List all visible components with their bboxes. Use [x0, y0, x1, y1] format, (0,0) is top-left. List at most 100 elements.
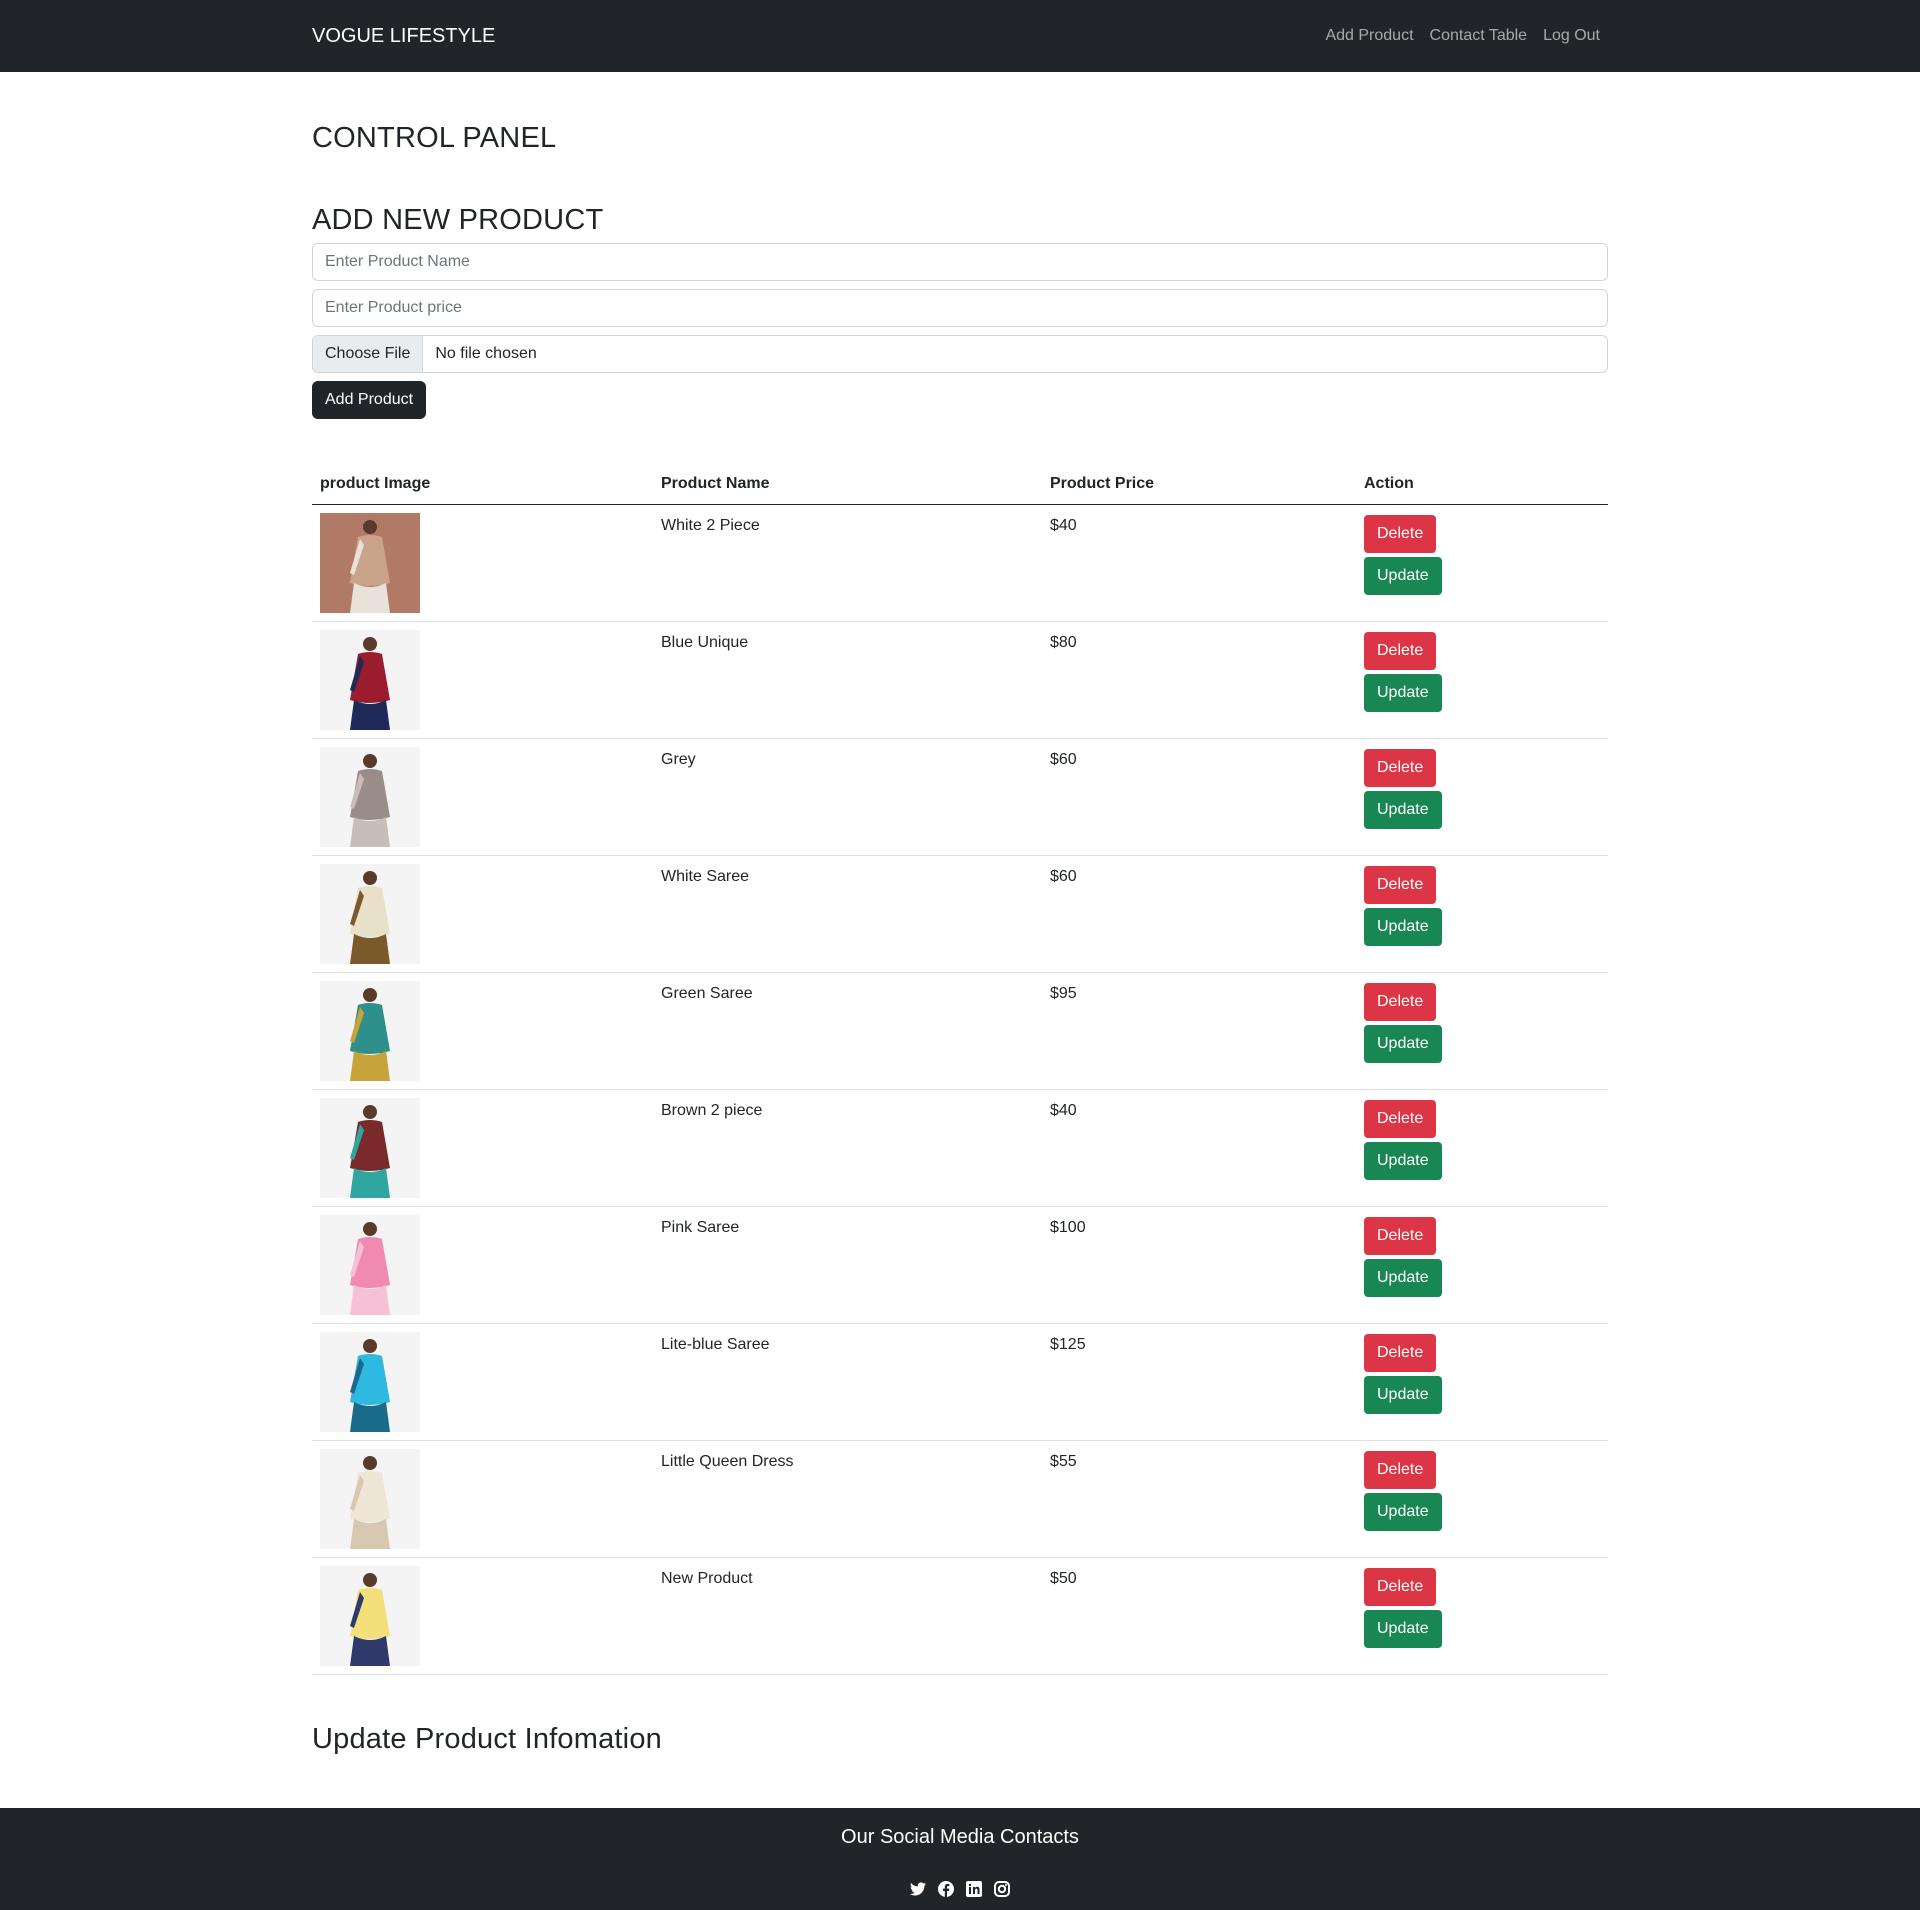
row-actions: Delete Update — [1364, 747, 1600, 829]
action-cell: Delete Update — [1356, 1440, 1608, 1558]
update-button[interactable]: Update — [1364, 1492, 1442, 1531]
product-price: $55 — [1042, 1440, 1356, 1558]
product-image — [320, 1214, 420, 1315]
product-image-file-input[interactable]: Choose File No file chosen — [312, 335, 1608, 373]
row-actions: Delete Update — [1364, 1566, 1600, 1648]
page-title: CONTROL PANEL — [312, 122, 557, 154]
facebook-icon[interactable] — [938, 1881, 954, 1897]
product-price: $80 — [1042, 621, 1356, 739]
product-image-cell — [312, 738, 653, 856]
product-image — [320, 980, 420, 1081]
update-button[interactable]: Update — [1364, 1258, 1442, 1297]
header-action: Action — [1356, 464, 1608, 505]
table-row: Little Queen Dress $55 Delete Update — [312, 1440, 1608, 1558]
product-image-cell — [312, 972, 653, 1090]
table-row: Blue Unique $80 Delete Update — [312, 621, 1608, 739]
product-image-cell — [312, 621, 653, 739]
product-image — [320, 1565, 420, 1666]
delete-button[interactable]: Delete — [1364, 631, 1437, 670]
product-name-input[interactable]: Enter Product Name — [312, 243, 1608, 281]
header-product-name: Product Name — [653, 464, 1042, 505]
delete-button[interactable]: Delete — [1364, 1216, 1437, 1255]
product-name: Little Queen Dress — [653, 1440, 1042, 1558]
table-row: Grey $60 Delete Update — [312, 738, 1608, 856]
action-cell: Delete Update — [1356, 1206, 1608, 1324]
nav-log-out[interactable]: Log Out — [1543, 27, 1600, 45]
table-row: Pink Saree $100 Delete Update — [312, 1206, 1608, 1324]
action-cell: Delete Update — [1356, 504, 1608, 622]
product-price: $95 — [1042, 972, 1356, 1090]
product-image-cell — [312, 1323, 653, 1441]
delete-button[interactable]: Delete — [1364, 1333, 1437, 1372]
nav-add-product[interactable]: Add Product — [1325, 27, 1413, 45]
product-name: White Saree — [653, 855, 1042, 973]
action-cell: Delete Update — [1356, 1557, 1608, 1675]
social-icons — [0, 1881, 1920, 1897]
product-image — [320, 1331, 420, 1432]
delete-button[interactable]: Delete — [1364, 1099, 1437, 1138]
product-price: $40 — [1042, 1089, 1356, 1207]
product-image — [320, 1448, 420, 1549]
navbar: VOGUE LIFESTYLE Add Product Contact Tabl… — [0, 0, 1920, 72]
product-image — [320, 746, 420, 847]
action-cell: Delete Update — [1356, 1089, 1608, 1207]
row-actions: Delete Update — [1364, 1098, 1600, 1180]
row-actions: Delete Update — [1364, 864, 1600, 946]
product-price: $50 — [1042, 1557, 1356, 1675]
header-product-image: product Image — [312, 464, 653, 505]
update-product-title: Update Product Infomation — [312, 1723, 662, 1755]
table-row: Brown 2 piece $40 Delete Update — [312, 1089, 1608, 1207]
update-button[interactable]: Update — [1364, 1609, 1442, 1648]
delete-button[interactable]: Delete — [1364, 748, 1437, 787]
product-image-cell — [312, 1206, 653, 1324]
row-actions: Delete Update — [1364, 513, 1600, 595]
product-image — [320, 512, 420, 613]
product-price: $60 — [1042, 855, 1356, 973]
product-name: Blue Unique — [653, 621, 1042, 739]
row-actions: Delete Update — [1364, 630, 1600, 712]
file-status: No file chosen — [435, 345, 537, 362]
instagram-icon[interactable] — [994, 1881, 1010, 1897]
product-image-cell — [312, 504, 653, 622]
action-cell: Delete Update — [1356, 855, 1608, 973]
action-cell: Delete Update — [1356, 738, 1608, 856]
delete-button[interactable]: Delete — [1364, 865, 1437, 904]
product-image — [320, 1097, 420, 1198]
row-actions: Delete Update — [1364, 1332, 1600, 1414]
update-button[interactable]: Update — [1364, 1024, 1442, 1063]
update-button[interactable]: Update — [1364, 673, 1442, 712]
nav-contact-table[interactable]: Contact Table — [1430, 27, 1528, 45]
add-product-button[interactable]: Add Product — [312, 381, 427, 419]
update-button[interactable]: Update — [1364, 907, 1442, 946]
update-button[interactable]: Update — [1364, 1375, 1442, 1414]
update-button[interactable]: Update — [1364, 1141, 1442, 1180]
table-header-row: product Image Product Name Product Price… — [312, 464, 1608, 505]
product-image-cell — [312, 1557, 653, 1675]
row-actions: Delete Update — [1364, 1449, 1600, 1531]
action-cell: Delete Update — [1356, 1323, 1608, 1441]
products-table: product Image Product Name Product Price… — [312, 464, 1608, 1675]
delete-button[interactable]: Delete — [1364, 1450, 1437, 1489]
add-product-title: ADD NEW PRODUCT — [312, 204, 604, 236]
choose-file-button[interactable]: Choose File — [313, 336, 424, 372]
product-name: Grey — [653, 738, 1042, 856]
row-actions: Delete Update — [1364, 1215, 1600, 1297]
action-cell: Delete Update — [1356, 972, 1608, 1090]
table-row: White 2 Piece $40 Delete Update — [312, 504, 1608, 622]
update-button[interactable]: Update — [1364, 556, 1442, 595]
product-price: $60 — [1042, 738, 1356, 856]
twitter-icon[interactable] — [910, 1881, 926, 1897]
product-name: Lite-blue Saree — [653, 1323, 1042, 1441]
footer: Our Social Media Contacts — [0, 1808, 1920, 1910]
product-name: New Product — [653, 1557, 1042, 1675]
product-image — [320, 863, 420, 964]
delete-button[interactable]: Delete — [1364, 1567, 1437, 1606]
product-price-input[interactable]: Enter Product price — [312, 289, 1608, 327]
product-price: $100 — [1042, 1206, 1356, 1324]
delete-button[interactable]: Delete — [1364, 514, 1437, 553]
linkedin-icon[interactable] — [966, 1881, 982, 1897]
brand-logo[interactable]: VOGUE LIFESTYLE — [312, 25, 495, 48]
delete-button[interactable]: Delete — [1364, 982, 1437, 1021]
update-button[interactable]: Update — [1364, 790, 1442, 829]
table-row: Lite-blue Saree $125 Delete Update — [312, 1323, 1608, 1441]
